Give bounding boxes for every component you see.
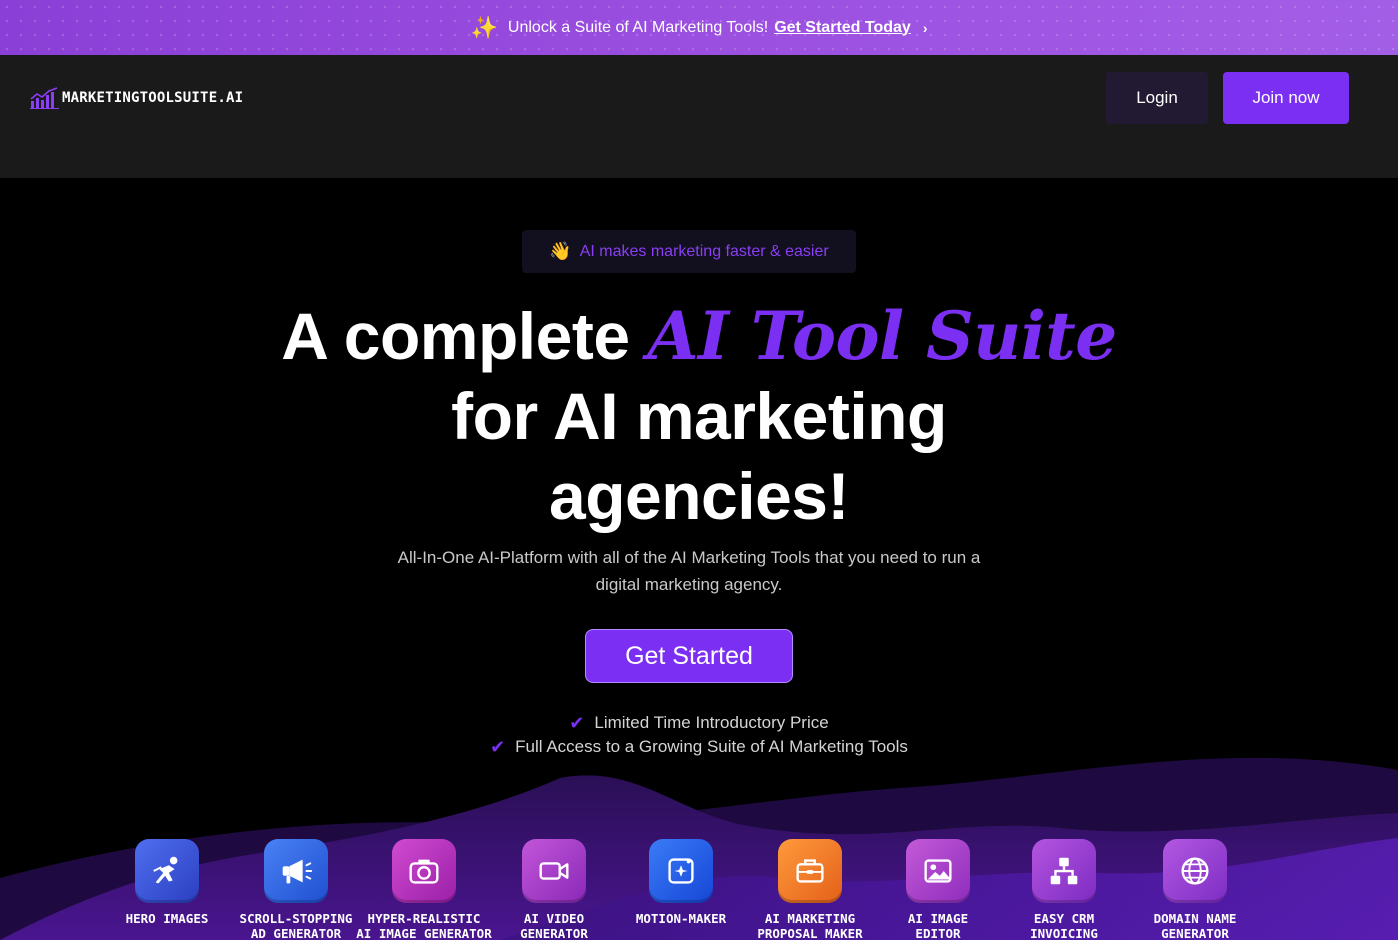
get-started-today-link[interactable]: Get Started Today [774,19,911,37]
tools-row: HERO IMAGES SCROLL-STOPPING AD GENERATOR… [0,839,1398,940]
superhero-icon [135,839,199,903]
tool-easy-crm[interactable]: EASY CRM INVOICING [994,839,1134,940]
checkmark-icon: ✔ [490,736,506,757]
login-button[interactable]: Login [1106,72,1208,124]
chevron-right-icon: › [922,19,928,36]
headline-prefix: A complete [281,299,648,373]
waving-hand-icon: 👋 [549,241,572,261]
tool-hero-images[interactable]: HERO IMAGES [97,839,237,926]
camera-icon [392,839,456,903]
hierarchy-icon [1032,839,1096,903]
headline-accent: AI Tool Suite [647,297,1117,375]
benefit-item: ✔ Full Access to a Growing Suite of AI M… [0,735,1398,759]
globe-icon [1163,839,1227,903]
tool-label: AI IMAGE EDITOR [907,911,969,940]
get-started-button[interactable]: Get Started [585,629,793,683]
tool-ad-generator[interactable]: SCROLL-STOPPING AD GENERATOR [226,839,366,940]
tool-label: SCROLL-STOPPING AD GENERATOR [239,911,353,940]
tool-motion-maker[interactable]: MOTION-MAKER [611,839,751,926]
motion-frame-icon [649,839,713,903]
benefit-item: ✔ Limited Time Introductory Price [0,711,1398,735]
benefit-text: Limited Time Introductory Price [594,713,829,732]
hero-section: 👋 AI makes marketing faster & easier A c… [0,178,1398,940]
tool-proposal-maker[interactable]: AI MARKETING PROPOSAL MAKER [740,839,880,940]
site-logo[interactable]: MARKETINGTOOLSUITE.AI [30,87,243,109]
briefcase-icon [778,839,842,903]
tool-label: HYPER-REALISTIC AI IMAGE GENERATOR [356,911,492,940]
tool-label: AI MARKETING PROPOSAL MAKER [757,911,863,940]
sparkles-icon: ✨ [470,14,498,40]
image-icon [906,839,970,903]
tool-label: EASY CRM INVOICING [1030,911,1098,940]
tool-domain-name-generator[interactable]: DOMAIN NAME GENERATOR [1125,839,1265,940]
tagline-text: AI makes marketing faster & easier [579,242,829,260]
hero-subtext: All-In-One AI-Platform with all of the A… [397,548,981,594]
tool-ai-video-generator[interactable]: AI VIDEO GENERATOR [484,839,624,940]
headline-line-2: for AI marketing [451,379,947,453]
bar-chart-icon [30,87,59,109]
tool-label: MOTION-MAKER [635,911,727,926]
promo-text: Unlock a Suite of AI Marketing Tools! [507,18,769,36]
megaphone-icon [264,839,328,903]
tool-label: HERO IMAGES [125,911,209,926]
headline-line-3: agencies! [549,459,849,533]
video-camera-icon [522,839,586,903]
benefit-list: ✔ Limited Time Introductory Price ✔ Full… [0,711,1398,759]
tool-ai-image-generator[interactable]: HYPER-REALISTIC AI IMAGE GENERATOR [354,839,494,940]
logo-text: MARKETINGTOOLSUITE.AI [62,90,244,106]
tool-ai-image-editor[interactable]: AI IMAGE EDITOR [868,839,1008,940]
checkmark-icon: ✔ [569,712,585,733]
site-header: MARKETINGTOOLSUITE.AI Login Join now [0,55,1398,178]
tool-label: DOMAIN NAME GENERATOR [1153,911,1237,940]
tagline-pill: 👋 AI makes marketing faster & easier [522,230,856,273]
tool-label: AI VIDEO GENERATOR [520,911,588,940]
hero-headline: A complete AI Tool Suite for AI marketin… [200,296,1198,536]
join-now-button[interactable]: Join now [1223,72,1349,124]
benefit-text: Full Access to a Growing Suite of AI Mar… [515,737,908,756]
promo-banner: ✨ Unlock a Suite of AI Marketing Tools! … [0,0,1398,55]
